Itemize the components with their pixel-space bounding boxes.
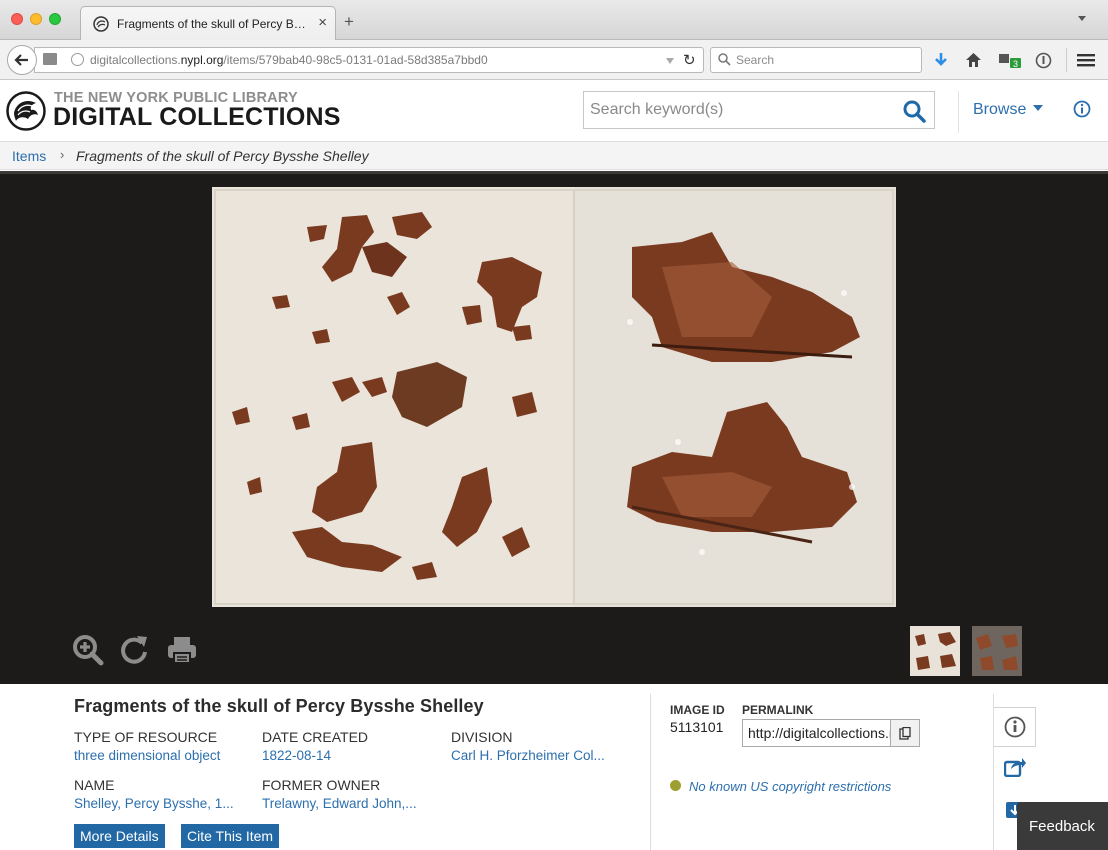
skull-fragments-photo[interactable] xyxy=(212,187,896,607)
cite-this-item-button[interactable]: Cite This Item xyxy=(181,824,280,848)
rights-statement-link[interactable]: No known US copyright restrictions xyxy=(689,779,891,794)
tab-close-icon[interactable]: × xyxy=(318,14,327,31)
former-owner-value[interactable]: Trelawny, Edward John,... xyxy=(262,796,432,811)
info-circle-icon xyxy=(1004,716,1025,738)
item-title: Fragments of the skull of Percy Bysshe S… xyxy=(74,696,484,716)
rotate-icon[interactable] xyxy=(118,634,150,666)
search-icon xyxy=(718,53,731,66)
date-created-label: Date Created xyxy=(262,729,369,745)
name-value[interactable]: Shelley, Percy Bysshe, 1... xyxy=(74,796,244,811)
url-text[interactable]: digitalcollections.nypl.org/items/579bab… xyxy=(90,53,488,67)
back-arrow-icon xyxy=(14,54,28,66)
reader-view-icon[interactable] xyxy=(43,53,57,65)
download-badge-count: 3 xyxy=(1013,59,1018,68)
breadcrumb-separator: › xyxy=(60,147,65,162)
minimize-window-button[interactable] xyxy=(30,13,42,25)
browser-search-placeholder: Search xyxy=(736,53,775,67)
tab-title: Fragments of the skull of Percy Byss… xyxy=(117,17,307,31)
nypl-lion-logo-icon[interactable] xyxy=(6,91,46,131)
item-info-panel: Fragments of the skull of Percy Bysshe S… xyxy=(0,684,1108,850)
browser-search-field[interactable]: Search xyxy=(710,47,922,73)
type-of-resource-value[interactable]: three dimensional object xyxy=(74,748,244,763)
zoom-window-button[interactable] xyxy=(49,13,61,25)
former-owner-label: Former Owner xyxy=(262,777,381,793)
browse-menu-button[interactable]: Browse xyxy=(973,101,1044,119)
nypl-lion-favicon-icon xyxy=(93,16,109,32)
type-of-resource-label: Type of Resource xyxy=(74,729,218,745)
home-icon[interactable] xyxy=(963,50,983,70)
new-tab-icon[interactable]: + xyxy=(344,12,354,32)
extension-icon[interactable]: 3 xyxy=(998,50,1022,70)
browse-label: Browse xyxy=(973,101,1027,118)
image-viewer xyxy=(0,171,1108,684)
clipboard-icon xyxy=(899,726,911,740)
keyword-search-box xyxy=(583,91,935,129)
tab-list-chevron-icon[interactable] xyxy=(1078,16,1086,21)
browser-tab[interactable]: Fragments of the skull of Percy Byss… × xyxy=(80,6,336,40)
caret-down-icon xyxy=(1033,105,1044,111)
hamburger-menu-icon[interactable] xyxy=(1076,50,1096,70)
site-name[interactable]: DIGITAL COLLECTIONS xyxy=(53,103,341,132)
info-icon[interactable] xyxy=(1073,100,1091,118)
print-icon[interactable] xyxy=(166,634,198,666)
more-details-button[interactable]: More Details xyxy=(74,824,165,848)
site-header: THE NEW YORK PUBLIC LIBRARY DIGITAL COLL… xyxy=(0,81,1108,142)
name-label: Name xyxy=(74,777,115,793)
copy-permalink-button[interactable] xyxy=(890,719,920,747)
browser-nav-bar: digitalcollections.nypl.org/items/579bab… xyxy=(0,40,1108,80)
header-divider xyxy=(958,91,959,133)
close-window-button[interactable] xyxy=(11,13,23,25)
browser-tab-bar: Fragments of the skull of Percy Byss… × … xyxy=(0,0,1108,40)
date-created-value[interactable]: 1822-08-14 xyxy=(262,748,422,763)
back-button[interactable] xyxy=(7,45,37,75)
search-submit-icon[interactable] xyxy=(902,99,926,123)
permalink-label: Permalink xyxy=(742,703,814,717)
division-label: Division xyxy=(451,729,513,745)
url-bar[interactable]: digitalcollections.nypl.org/items/579bab… xyxy=(34,47,704,73)
division-value[interactable]: Carl H. Pforzheimer Col... xyxy=(451,748,621,763)
panel-divider xyxy=(650,694,651,850)
breadcrumb-current: Fragments of the skull of Percy Bysshe S… xyxy=(76,148,369,164)
share-tab[interactable] xyxy=(994,747,1036,787)
image-id-label: Image ID xyxy=(670,703,725,717)
reload-icon[interactable]: ↻ xyxy=(683,51,696,69)
url-history-dropdown-icon[interactable] xyxy=(666,58,674,64)
download-icon[interactable] xyxy=(931,50,951,70)
zoom-in-icon[interactable] xyxy=(72,634,104,666)
breadcrumb-items-link[interactable]: Items xyxy=(12,148,46,164)
breadcrumb: Items › Fragments of the skull of Percy … xyxy=(0,142,1108,170)
share-icon xyxy=(1004,758,1026,777)
image-id-value: 5113101 xyxy=(670,719,724,735)
info-tab[interactable] xyxy=(994,707,1036,747)
globe-icon[interactable] xyxy=(71,53,84,66)
thumbnail-1[interactable] xyxy=(910,626,960,676)
thumbnail-2[interactable] xyxy=(972,626,1022,676)
pocket-icon[interactable] xyxy=(1033,50,1053,70)
permalink-field[interactable]: http://digitalcollections.nypl.org/items… xyxy=(742,719,890,747)
keyword-search-input[interactable] xyxy=(584,92,894,128)
toolbar-divider xyxy=(1066,48,1067,72)
rights-status-dot xyxy=(670,780,681,791)
feedback-button[interactable]: Feedback xyxy=(1017,802,1108,850)
